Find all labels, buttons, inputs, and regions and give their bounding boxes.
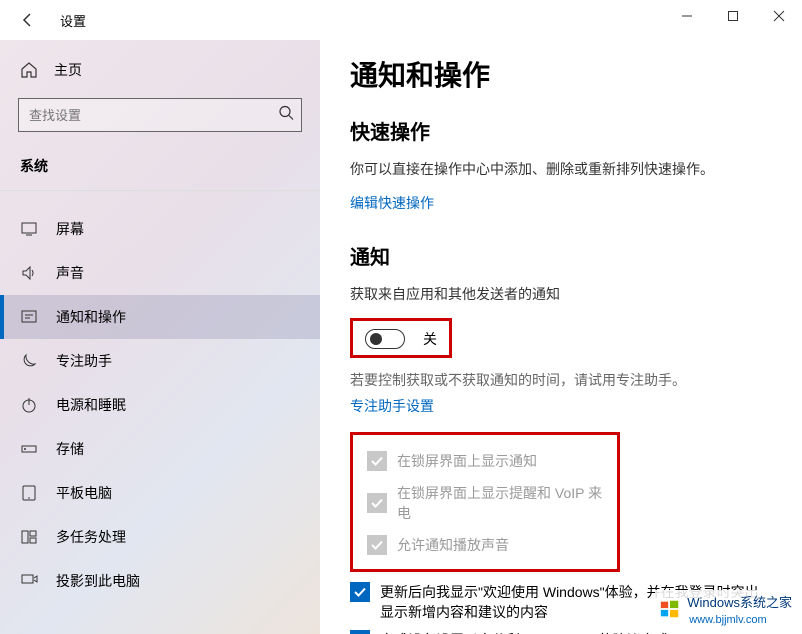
sidebar-item-label: 专注助手 [56, 351, 112, 371]
sidebar-item-focus[interactable]: 专注助手 [0, 339, 320, 383]
home-label: 主页 [54, 60, 82, 80]
tablet-icon [20, 484, 38, 502]
quick-actions-heading: 快速操作 [350, 116, 772, 145]
check-row-lockscreen-voip: 在锁屏界面上显示提醒和 VoIP 来电 [367, 477, 603, 529]
disabled-checks-highlight: 在锁屏界面上显示通知 在锁屏界面上显示提醒和 VoIP 来电 允许通知播放声音 [350, 432, 620, 572]
check-label: 在锁屏界面上显示提醒和 VoIP 来电 [397, 483, 603, 523]
checkbox[interactable] [350, 582, 370, 602]
sidebar-item-tablet[interactable]: 平板电脑 [0, 471, 320, 515]
notifications-sub: 获取来自应用和其他发送者的通知 [350, 284, 772, 304]
focus-assist-link[interactable]: 专注助手设置 [350, 396, 434, 416]
notification-icon [20, 308, 38, 326]
sidebar-item-label: 多任务处理 [56, 527, 126, 547]
sidebar-item-label: 平板电脑 [56, 483, 112, 503]
minimize-button[interactable] [664, 0, 710, 32]
project-icon [20, 572, 38, 590]
watermark-url: www.bjjmlv.com [689, 614, 766, 626]
checkbox [367, 493, 387, 513]
sidebar-item-storage[interactable]: 存储 [0, 427, 320, 471]
page-title: 通知和操作 [350, 54, 772, 94]
close-button[interactable] [756, 0, 802, 32]
sidebar-item-project[interactable]: 投影到此电脑 [0, 559, 320, 603]
notifications-heading: 通知 [350, 241, 772, 270]
windows-logo-icon [659, 598, 681, 620]
sidebar-item-label: 存储 [56, 439, 84, 459]
check-label: 完成设备设置以充分利用 Windows 的建议方式 [380, 630, 669, 634]
toggle-state-label: 关 [423, 329, 437, 349]
check-label: 在锁屏界面上显示通知 [397, 451, 537, 471]
back-button[interactable] [12, 4, 44, 36]
multitask-icon [20, 528, 38, 546]
checkbox [367, 535, 387, 555]
sidebar-item-label: 投影到此电脑 [56, 571, 140, 591]
storage-icon [20, 440, 38, 458]
watermark: Windows系统之家 www.bjjmlv.com [655, 590, 796, 628]
maximize-button[interactable] [710, 0, 756, 32]
group-header: 系统 [0, 148, 320, 190]
focus-icon [20, 352, 38, 370]
sound-icon [20, 264, 38, 282]
checkbox[interactable] [350, 630, 370, 634]
check-label: 允许通知播放声音 [397, 535, 509, 555]
home-icon [20, 61, 38, 79]
sidebar: 主页 系统 屏幕 声音 通知和操作 专注助手 电源和睡眠 存储 平板电脑 多任务… [0, 40, 320, 634]
check-row-lockscreen-notif: 在锁屏界面上显示通知 [367, 445, 603, 477]
sidebar-item-label: 屏幕 [56, 219, 84, 239]
search-icon [278, 105, 294, 126]
sidebar-item-multitask[interactable]: 多任务处理 [0, 515, 320, 559]
sidebar-item-label: 通知和操作 [56, 307, 126, 327]
divider [0, 190, 320, 191]
sidebar-item-label: 电源和睡眠 [56, 395, 126, 415]
home-button[interactable]: 主页 [0, 52, 320, 88]
checkbox [367, 451, 387, 471]
search-input[interactable] [18, 98, 302, 132]
sidebar-item-sound[interactable]: 声音 [0, 251, 320, 295]
sidebar-item-label: 声音 [56, 263, 84, 283]
main-content: 通知和操作 快速操作 你可以直接在操作中心中添加、删除或重新排列快速操作。 编辑… [320, 40, 802, 634]
sidebar-item-notifications[interactable]: 通知和操作 [0, 295, 320, 339]
power-icon [20, 396, 38, 414]
window-title: 设置 [60, 11, 86, 30]
watermark-brand: Windows [687, 595, 740, 610]
notifications-toggle-highlight: 关 [350, 318, 452, 358]
edit-quick-actions-link[interactable]: 编辑快速操作 [350, 193, 434, 213]
sidebar-item-power[interactable]: 电源和睡眠 [0, 383, 320, 427]
quick-actions-desc: 你可以直接在操作中心中添加、删除或重新排列快速操作。 [350, 159, 772, 179]
focus-help-text: 若要控制获取或不获取通知的时间，请试用专注助手。 [350, 370, 772, 390]
notifications-toggle[interactable] [365, 329, 405, 349]
sidebar-item-display[interactable]: 屏幕 [0, 207, 320, 251]
display-icon [20, 220, 38, 238]
check-row-sound: 允许通知播放声音 [367, 529, 603, 561]
watermark-brand2: 系统之家 [740, 595, 792, 610]
